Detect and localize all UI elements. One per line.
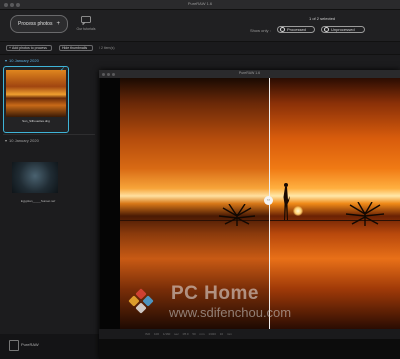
chevron-down-icon: ▾ <box>5 138 8 143</box>
item-count: / 2 item(s) <box>99 46 115 50</box>
watermark-url: www.sdifenchou.com <box>169 305 292 320</box>
show-only-label: Show only : <box>250 28 271 33</box>
date-group-header[interactable]: ▾ 10 January 2020 <box>5 58 39 63</box>
radio-icon <box>280 27 285 32</box>
silhouette-figure <box>283 183 290 220</box>
palm-silhouette <box>345 202 385 226</box>
filter-processed-radio[interactable]: Processed <box>277 26 315 33</box>
thumbnail-image <box>6 70 66 117</box>
plus-icon: + <box>56 21 60 27</box>
group-date: 10 January 2020 <box>9 138 39 143</box>
photo-thumbnail[interactable] <box>12 162 58 193</box>
checkmark-icon: ✓ <box>60 67 66 73</box>
divider <box>3 134 95 135</box>
process-photos-label: Process photos <box>18 21 53 27</box>
footer-app-name: PureRAW <box>21 342 39 347</box>
selection-count: 1 of 2 selected <box>309 16 336 21</box>
radio-icon <box>324 27 329 32</box>
filter-processed-label: Processed <box>287 27 306 32</box>
add-photos-label: Add photos to process <box>12 46 47 50</box>
chat-bubble-icon <box>81 16 91 25</box>
chevron-down-icon: ▾ <box>5 58 8 63</box>
plus-icon: + <box>9 46 12 50</box>
filter-unprocessed-label: Unprocessed <box>331 27 355 32</box>
add-photos-button[interactable]: + Add photos to process <box>6 45 52 51</box>
image-margin <box>100 78 120 329</box>
hide-thumbnails-label: Hide thumbnails <box>62 46 88 50</box>
filter-unprocessed-radio[interactable]: Unprocessed <box>321 26 365 33</box>
compare-slider-handle[interactable]: ⇔ <box>264 196 273 205</box>
date-group-header[interactable]: ▾ 10 January 2020 <box>5 138 39 143</box>
watermark-title: PC Home <box>171 283 259 304</box>
thumbnail-filename: Sun_Silhouettes.dng <box>22 119 50 123</box>
app-title: PureRAW 1.6 <box>187 1 213 6</box>
arrows-horizontal-icon: ⇔ <box>266 197 271 203</box>
palm-silhouette <box>218 204 256 226</box>
group-date: 10 January 2020 <box>9 58 39 63</box>
thumbnail-filename: Egyptian_____Sunset.nef <box>20 199 56 203</box>
watermark-logo-icon <box>128 288 154 314</box>
tutorials-button[interactable]: Our tutorials <box>74 16 98 38</box>
hide-thumbnails-button[interactable]: Hide thumbnails <box>59 45 93 51</box>
sun-glow <box>293 206 303 216</box>
tutorials-label: Our tutorials <box>76 27 96 31</box>
compare-window-title: PureRAW 1.6 <box>238 71 261 75</box>
exif-info: ISO 100 1/160 sec f/8.0 50 mm 1/320 16 m… <box>145 332 232 336</box>
app-logo-icon <box>9 340 19 351</box>
process-photos-button[interactable]: Process photos + <box>10 15 68 33</box>
